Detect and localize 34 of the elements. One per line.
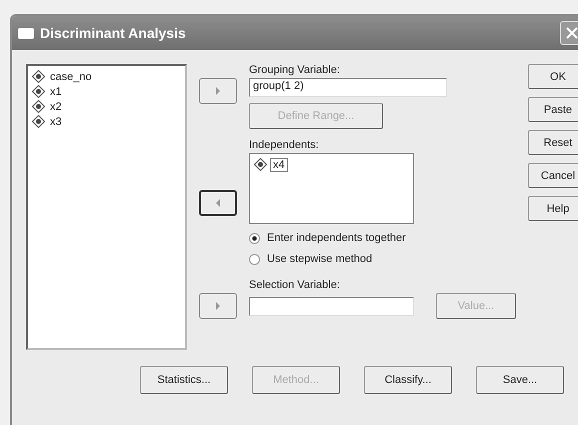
window-icon bbox=[18, 28, 34, 38]
dialog-button[interactable]: Paste bbox=[528, 97, 578, 122]
field-label: Grouping Variable: bbox=[249, 64, 341, 78]
dialog-button[interactable]: Statistics... bbox=[140, 366, 228, 394]
field-label: Selection Variable: bbox=[249, 279, 341, 293]
variable-name[interactable]: x1 bbox=[48, 86, 64, 98]
variable-name[interactable]: x4 bbox=[270, 158, 288, 172]
radio-label[interactable]: Use stepwise method bbox=[267, 253, 372, 265]
scale-variable-icon bbox=[32, 115, 45, 128]
grouping-variable-field[interactable]: group(1 2) bbox=[249, 78, 447, 97]
variable-name[interactable]: case_no bbox=[48, 70, 94, 82]
radio-button[interactable] bbox=[249, 254, 260, 264]
scale-variable-icon bbox=[254, 158, 267, 171]
dialog-button[interactable]: OK bbox=[528, 64, 578, 89]
variable-list[interactable]: case_no x1 x2 x3 bbox=[26, 64, 187, 350]
close-icon bbox=[565, 26, 578, 40]
dialog-button[interactable]: Reset bbox=[528, 130, 578, 155]
dialog-button[interactable]: Save... bbox=[476, 366, 564, 394]
scale-variable-icon bbox=[32, 85, 45, 98]
scale-variable-icon bbox=[32, 100, 45, 113]
scale-variable-icon bbox=[32, 70, 45, 83]
dialog-button[interactable]: Help bbox=[528, 196, 578, 221]
dialog-button[interactable]: Classify... bbox=[364, 366, 452, 394]
move-arrow-button[interactable] bbox=[199, 190, 237, 216]
window-title: Discriminant Analysis bbox=[40, 25, 187, 41]
field-label: Independents: bbox=[249, 139, 320, 153]
selection-variable-field[interactable] bbox=[249, 296, 414, 316]
independents-list[interactable]: x4 bbox=[249, 153, 414, 224]
variable-name[interactable]: x2 bbox=[48, 100, 64, 112]
variable-name[interactable]: x3 bbox=[48, 116, 64, 128]
radio-button[interactable] bbox=[249, 232, 260, 244]
close-button[interactable] bbox=[560, 21, 578, 45]
radio-label[interactable]: Enter independents together bbox=[267, 232, 406, 244]
dialog-button[interactable]: Cancel bbox=[528, 163, 578, 188]
